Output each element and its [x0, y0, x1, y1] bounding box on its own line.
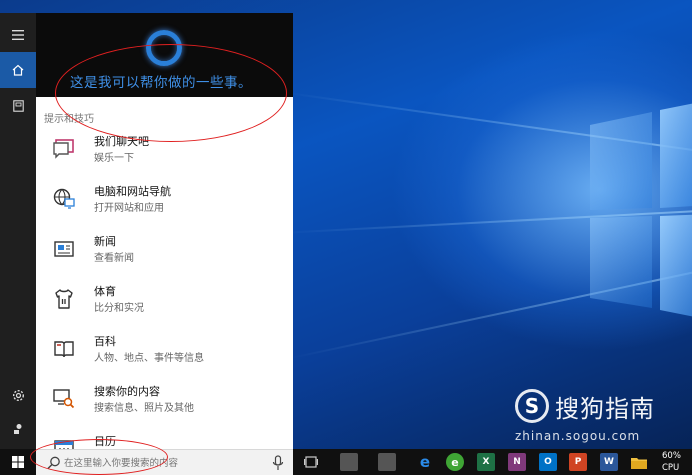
cortana-panel: 这是我可以帮你做的一些事。 提示和技巧 我们聊天吧 娱乐一下 电脑和网站导航 打… [36, 13, 293, 449]
home-button[interactable] [0, 52, 36, 88]
onenote-icon[interactable]: N [508, 453, 526, 471]
cortana-greeting: 这是我可以帮你做的一些事。 [70, 75, 252, 91]
task-view-icon[interactable] [302, 453, 320, 471]
cpu-label: CPU [662, 463, 680, 473]
start-button[interactable] [0, 449, 36, 475]
outlook-icon[interactable]: O [539, 453, 557, 471]
sogou-logo-icon: S [515, 389, 549, 423]
gear-icon [12, 389, 24, 401]
calendar-icon [50, 435, 78, 449]
start-menu-rail [0, 13, 36, 449]
app-icon[interactable] [340, 453, 358, 471]
item-subtitle: 娱乐一下 [94, 153, 134, 164]
item-title: 百科 [94, 335, 116, 348]
microphone-icon[interactable] [272, 455, 284, 471]
suggestion-item-news[interactable]: 新闻 查看新闻 [36, 229, 293, 273]
item-title: 电脑和网站导航 [94, 185, 171, 198]
suggestion-item-search-content[interactable]: 搜索你的内容 搜索信息、照片及其他 [36, 379, 293, 423]
jersey-icon [50, 285, 78, 313]
search-icon [47, 456, 60, 470]
powerpoint-icon[interactable]: P [569, 453, 587, 471]
home-icon [12, 64, 24, 76]
suggestion-item-sports[interactable]: 体育 比分和实况 [36, 279, 293, 323]
suggestion-item-navigation[interactable]: 电脑和网站导航 打开网站和应用 [36, 179, 293, 223]
cortana-header: 这是我可以帮你做的一些事。 [36, 13, 293, 97]
notebook-button[interactable] [0, 88, 36, 124]
feedback-icon [14, 424, 22, 434]
settings-button[interactable] [0, 377, 36, 413]
search-content-icon [50, 385, 78, 413]
hamburger-icon [12, 30, 24, 40]
item-title: 我们聊天吧 [94, 135, 149, 148]
item-title: 日历 [94, 435, 116, 448]
item-subtitle: 查看新闻 [94, 253, 134, 264]
sogou-watermark: S 搜狗指南 zhinan.sogou.com [515, 385, 685, 445]
watermark-text: 搜狗指南 [555, 395, 655, 423]
suggestion-item-encyclopedia[interactable]: 百科 人物、地点、事件等信息 [36, 329, 293, 373]
edge-icon[interactable]: e [416, 453, 434, 471]
chat-bubble-icon [50, 135, 78, 163]
word-icon[interactable]: W [600, 453, 618, 471]
item-subtitle: 人物、地点、事件等信息 [94, 353, 204, 364]
suggestion-item-calendar[interactable]: 日历 [36, 429, 293, 449]
windows-logo-wallpaper [590, 103, 692, 317]
cpu-percent: 60% [662, 451, 681, 461]
item-title: 新闻 [94, 235, 116, 248]
windows-start-icon [12, 456, 24, 468]
section-title: 提示和技巧 [44, 114, 94, 125]
hamburger-menu-button[interactable] [0, 17, 36, 53]
item-subtitle: 搜索信息、照片及其他 [94, 403, 194, 414]
suggestion-item-chat[interactable]: 我们聊天吧 娱乐一下 [36, 129, 293, 173]
item-subtitle: 比分和实况 [94, 303, 144, 314]
browser-360-icon[interactable]: e [446, 453, 464, 471]
item-title: 搜索你的内容 [94, 385, 160, 398]
search-box[interactable] [36, 449, 293, 475]
excel-icon[interactable]: X [477, 453, 495, 471]
watermark-url: zhinan.sogou.com [515, 429, 641, 443]
app-icon-2[interactable] [378, 453, 396, 471]
cortana-ring-icon [146, 30, 182, 66]
globe-monitor-icon [50, 185, 78, 213]
notebook-icon [12, 100, 24, 112]
file-explorer-icon[interactable] [630, 453, 648, 471]
search-input[interactable] [64, 454, 264, 472]
book-icon [50, 335, 78, 363]
item-subtitle: 打开网站和应用 [94, 203, 164, 214]
newspaper-icon [50, 235, 78, 263]
system-tray: 60% CPU [662, 450, 692, 474]
item-title: 体育 [94, 285, 116, 298]
feedback-button[interactable] [0, 411, 36, 447]
